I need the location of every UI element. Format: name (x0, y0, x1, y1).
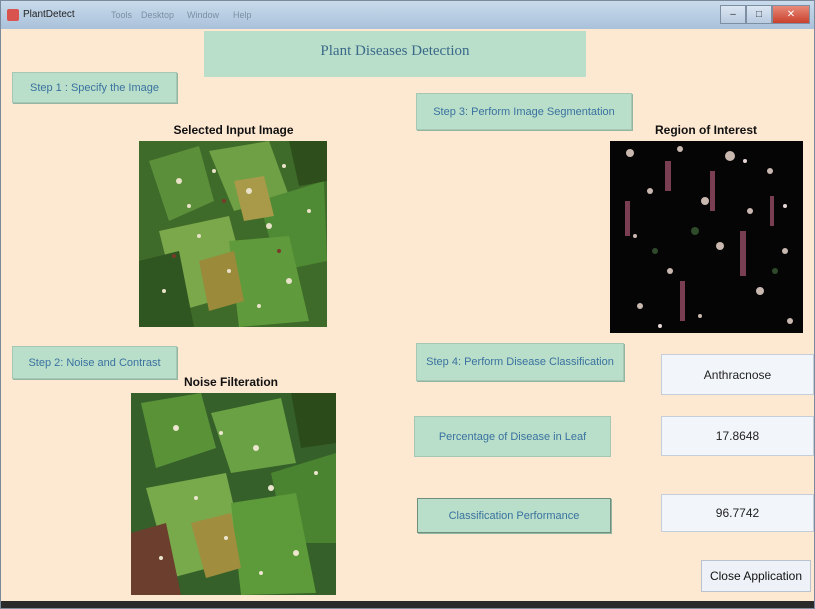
percentage-result-value: 17.8648 (715, 429, 760, 443)
close-application-button[interactable]: Close Application (701, 560, 811, 592)
performance-result-value: 96.7742 (715, 506, 760, 520)
disease-result-box: Anthracnose (661, 354, 814, 395)
step4-classification-button[interactable]: Step 4: Perform Disease Classification (416, 343, 624, 381)
step2-noise-contrast-button[interactable]: Step 2: Noise and Contrast (12, 346, 177, 379)
region-of-interest-image (610, 141, 803, 333)
leaf-photo-graphic (139, 141, 327, 327)
disease-result-value: Anthracnose (703, 367, 772, 382)
step4-label: Step 4: Perform Disease Classification (426, 356, 614, 368)
classification-performance-button[interactable]: Classification Performance (417, 498, 611, 533)
header-panel: Plant Diseases Detection (204, 31, 586, 77)
percentage-result-box: 17.8648 (661, 416, 814, 456)
filtered-leaf-graphic (131, 393, 336, 595)
menu-item-help[interactable]: Help (233, 10, 252, 20)
step1-specify-image-button[interactable]: Step 1 : Specify the Image (12, 72, 177, 103)
selected-input-image-label: Selected Input Image (173, 123, 294, 137)
menu-item-tools[interactable]: Tools (111, 10, 132, 20)
selected-input-image (139, 141, 327, 327)
app-icon (7, 9, 19, 21)
menu-item-desktop[interactable]: Desktop (141, 10, 174, 20)
window-title: PlantDetect (23, 9, 75, 20)
app-window: PlantDetect Tools Desktop Window Help – … (0, 0, 815, 609)
close-application-label: Close Application (709, 569, 803, 583)
noise-filteration-label: Noise Filteration (183, 375, 278, 389)
minimize-button[interactable]: – (720, 5, 746, 24)
step3-segmentation-button[interactable]: Step 3: Perform Image Segmentation (416, 93, 632, 130)
window-controls: – □ ✕ (720, 5, 810, 24)
taskbar-strip (1, 601, 814, 608)
noise-filtered-image (131, 393, 336, 595)
percentage-label: Percentage of Disease in Leaf (438, 430, 587, 443)
window-close-button[interactable]: ✕ (772, 5, 810, 24)
step2-label: Step 2: Noise and Contrast (28, 356, 161, 369)
region-of-interest-label: Region of Interest (654, 123, 757, 137)
segmented-region-graphic (610, 141, 803, 333)
app-title: Plant Diseases Detection (320, 43, 470, 59)
maximize-button[interactable]: □ (746, 5, 772, 24)
step1-label: Step 1 : Specify the Image (29, 81, 160, 94)
step3-label: Step 3: Perform Image Segmentation (433, 105, 615, 118)
performance-result-box: 96.7742 (661, 494, 814, 532)
classification-performance-label: Classification Performance (448, 509, 580, 522)
menu-item-window[interactable]: Window (187, 10, 219, 20)
title-bar[interactable]: PlantDetect Tools Desktop Window Help – … (1, 1, 814, 29)
percentage-label-panel: Percentage of Disease in Leaf (414, 416, 611, 457)
